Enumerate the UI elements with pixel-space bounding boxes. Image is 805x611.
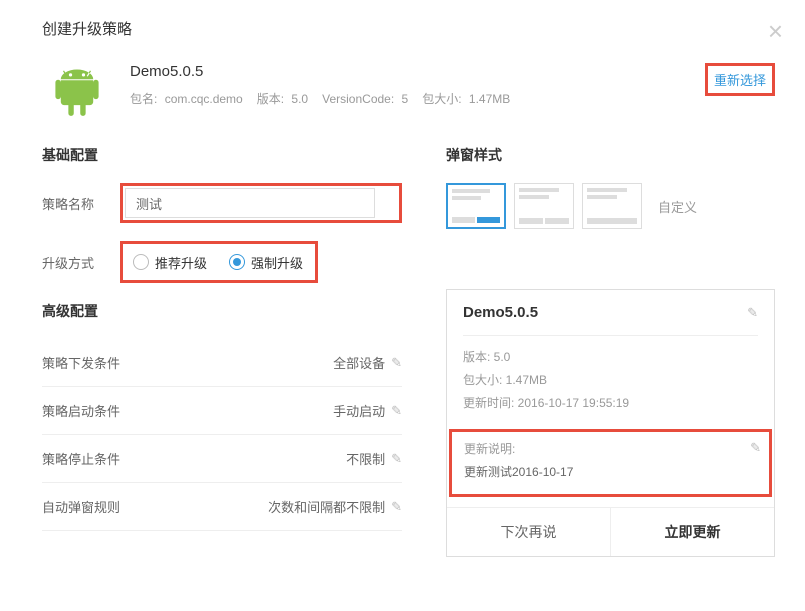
advanced-config-title: 高级配置 <box>42 301 402 321</box>
vc-value: 5 <box>402 92 409 106</box>
preview-desc-text: 更新测试2016-10-17 <box>464 463 757 480</box>
preview-desc-highlight: ✎ 更新说明: 更新测试2016-10-17 <box>449 429 772 497</box>
ver-label: 版本: <box>257 92 284 106</box>
strategy-name-label: 策略名称 <box>42 194 120 213</box>
package-meta: 包名: com.cqc.demo 版本: 5.0 VersionCode: 5 … <box>130 90 705 107</box>
radio-force[interactable]: 强制升级 <box>229 253 303 272</box>
radio-force-label: 强制升级 <box>251 253 303 272</box>
preview-later-button[interactable]: 下次再说 <box>447 508 611 556</box>
pencil-icon[interactable]: ✎ <box>391 451 402 467</box>
adv-label: 策略下发条件 <box>42 353 120 372</box>
pencil-icon[interactable]: ✎ <box>747 305 758 321</box>
adv-value: 次数和间隔都不限制 <box>268 497 385 516</box>
right-column: 弹窗样式 自定义 Demo5.0.5 ✎ 版本: 5.0 包大小: 1.47MB <box>422 135 775 557</box>
adv-value: 手动启动 <box>333 401 385 420</box>
preview-time: 更新时间: 2016-10-17 19:55:19 <box>463 394 758 411</box>
pkg-label: 包名: <box>130 92 157 106</box>
preview-size: 包大小: 1.47MB <box>463 371 758 388</box>
reselect-link[interactable]: 重新选择 <box>714 73 766 88</box>
dialog-title: 创建升级策略 <box>42 18 775 39</box>
style-thumbnails: 自定义 <box>446 183 775 229</box>
pencil-icon[interactable]: ✎ <box>391 355 402 371</box>
radio-recommend-label: 推荐升级 <box>155 253 207 272</box>
pkg-value: com.cqc.demo <box>165 92 243 106</box>
size-value: 1.47MB <box>469 92 510 106</box>
adv-value: 全部设备 <box>333 353 385 372</box>
preview-title: Demo5.0.5 <box>463 304 538 321</box>
size-label: 包大小: <box>422 92 461 106</box>
adv-label: 策略启动条件 <box>42 401 120 420</box>
preview-version: 版本: 5.0 <box>463 348 758 365</box>
close-icon[interactable]: × <box>768 16 783 47</box>
adv-item[interactable]: 策略停止条件 不限制 ✎ <box>42 435 402 483</box>
style-thumb-1[interactable] <box>446 183 506 229</box>
upgrade-method-label: 升级方式 <box>42 253 120 272</box>
strategy-name-highlight <box>120 183 402 223</box>
advanced-list: 策略下发条件 全部设备 ✎ 策略启动条件 手动启动 ✎ 策略停止条件 不限制 ✎ 自动… <box>42 339 402 531</box>
dialog-header: 创建升级策略 × <box>0 0 805 51</box>
adv-label: 自动弹窗规则 <box>42 497 120 516</box>
adv-item[interactable]: 策略启动条件 手动启动 ✎ <box>42 387 402 435</box>
popup-style-title: 弹窗样式 <box>446 145 775 165</box>
pencil-icon[interactable]: ✎ <box>391 499 402 515</box>
pencil-icon[interactable]: ✎ <box>391 403 402 419</box>
adv-label: 策略停止条件 <box>42 449 120 468</box>
style-thumb-2[interactable] <box>514 183 574 229</box>
android-icon <box>50 63 104 117</box>
upgrade-method-highlight: 推荐升级 强制升级 <box>120 241 318 283</box>
vc-label: VersionCode: <box>322 92 394 106</box>
reselect-highlight: 重新选择 <box>705 63 775 96</box>
preview-now-button[interactable]: 立即更新 <box>611 508 774 556</box>
adv-value: 不限制 <box>346 449 385 468</box>
package-name: Demo5.0.5 <box>130 63 705 80</box>
adv-item[interactable]: 策略下发条件 全部设备 ✎ <box>42 339 402 387</box>
basic-config-title: 基础配置 <box>42 145 402 165</box>
left-column: 基础配置 策略名称 升级方式 推荐升级 <box>42 135 422 557</box>
radio-circle-icon <box>133 254 149 270</box>
package-info: Demo5.0.5 包名: com.cqc.demo 版本: 5.0 Versi… <box>130 63 705 107</box>
ver-value: 5.0 <box>291 92 308 106</box>
pencil-icon[interactable]: ✎ <box>750 440 761 456</box>
preview-card: Demo5.0.5 ✎ 版本: 5.0 包大小: 1.47MB 更新时间: 20… <box>446 289 775 557</box>
radio-circle-icon <box>229 254 245 270</box>
radio-recommend[interactable]: 推荐升级 <box>133 253 207 272</box>
strategy-name-input[interactable] <box>125 188 375 218</box>
style-custom-link[interactable]: 自定义 <box>650 197 705 216</box>
package-info-row: Demo5.0.5 包名: com.cqc.demo 版本: 5.0 Versi… <box>0 51 805 135</box>
adv-item[interactable]: 自动弹窗规则 次数和间隔都不限制 ✎ <box>42 483 402 531</box>
preview-desc-label: 更新说明: <box>464 440 757 457</box>
style-thumb-3[interactable] <box>582 183 642 229</box>
strategy-name-row: 策略名称 <box>42 183 402 223</box>
upgrade-method-row: 升级方式 推荐升级 强制升级 <box>42 241 402 283</box>
